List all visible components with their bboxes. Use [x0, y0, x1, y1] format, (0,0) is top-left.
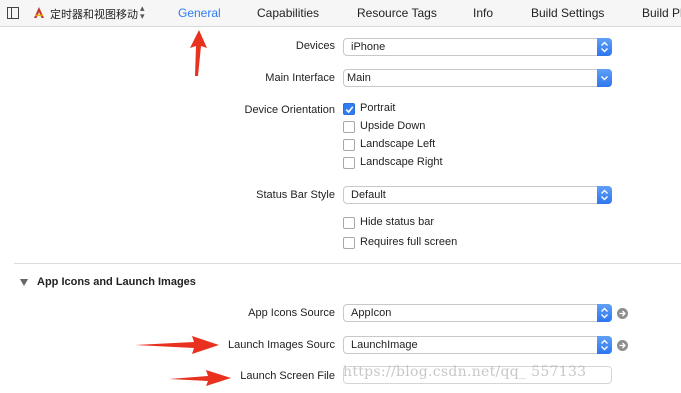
chevron-up-down-icon[interactable]: ▴ ▾	[140, 4, 145, 21]
app-icons-source-select[interactable]: AppIcon	[343, 304, 612, 322]
devices-label: Devices	[295, 40, 335, 52]
chevron-up-down-icon	[597, 336, 612, 354]
orientation-portrait-label: Portrait	[360, 102, 396, 114]
disclosure-triangle-icon[interactable]	[20, 279, 28, 286]
editor-tab-bar: 定时器和视图移动 ▴ ▾ General Capabilities Resourc…	[0, 0, 681, 27]
chevron-up-down-icon	[597, 186, 612, 204]
devices-select-value: iPhone	[351, 41, 386, 53]
checkbox-icon[interactable]	[343, 121, 355, 133]
checkbox-checked-icon[interactable]	[343, 103, 355, 115]
tab-general[interactable]: General	[178, 6, 221, 20]
annotation-arrow-up-icon	[190, 30, 207, 76]
checkbox-icon[interactable]	[343, 237, 355, 249]
main-interface-label: Main Interface	[265, 72, 335, 84]
checkbox-icon[interactable]	[343, 139, 355, 151]
devices-select[interactable]: iPhone	[343, 38, 612, 56]
annotation-arrow-right-icon	[169, 370, 231, 386]
requires-full-screen-label: Requires full screen	[360, 236, 458, 248]
main-interface-combo[interactable]: Main	[343, 69, 612, 87]
tab-info[interactable]: Info	[473, 6, 493, 20]
tab-build-phases[interactable]: Build Ph	[642, 6, 681, 20]
app-icons-source-value: AppIcon	[351, 307, 392, 319]
hide-status-bar-label: Hide status bar	[360, 216, 434, 228]
main-interface-value: Main	[347, 72, 371, 84]
launch-images-source-value: LaunchImage	[351, 339, 418, 351]
target-name[interactable]: 定时器和视图移动	[50, 6, 138, 22]
watermark: https://blog.csdn.net/qq_ 557133	[343, 364, 587, 380]
chevron-down-icon	[597, 69, 612, 87]
annotation-arrow-right-icon	[135, 336, 219, 354]
status-bar-style-select[interactable]: Default	[343, 186, 612, 204]
go-to-arrow-icon[interactable]	[617, 340, 628, 351]
tab-build-settings[interactable]: Build Settings	[531, 6, 604, 20]
launch-images-source-select[interactable]: LaunchImage	[343, 336, 612, 354]
chevron-up-down-icon	[597, 304, 612, 322]
device-orientation-label: Device Orientation	[244, 104, 336, 116]
tab-capabilities[interactable]: Capabilities	[257, 6, 319, 20]
chevron-up-down-icon	[597, 38, 612, 56]
orientation-upside-down-label: Upside Down	[360, 120, 426, 132]
checkbox-icon[interactable]	[343, 157, 355, 169]
app-target-icon[interactable]	[32, 6, 46, 20]
launch-screen-file-label: Launch Screen File	[240, 370, 335, 382]
status-bar-style-label: Status Bar Style	[256, 189, 335, 201]
tab-resource-tags[interactable]: Resource Tags	[357, 6, 437, 20]
section-title[interactable]: App Icons and Launch Images	[37, 276, 196, 288]
launch-images-source-label: Launch Images Sourc	[227, 339, 335, 351]
section-divider	[14, 263, 681, 264]
app-icons-source-label: App Icons Source	[248, 307, 335, 319]
sidebar-toggle-icon[interactable]	[7, 7, 19, 19]
status-bar-style-value: Default	[351, 189, 386, 201]
checkbox-icon[interactable]	[343, 217, 355, 229]
orientation-landscape-right-label: Landscape Right	[360, 156, 443, 168]
orientation-landscape-left-label: Landscape Left	[360, 138, 436, 150]
go-to-arrow-icon[interactable]	[617, 308, 628, 319]
